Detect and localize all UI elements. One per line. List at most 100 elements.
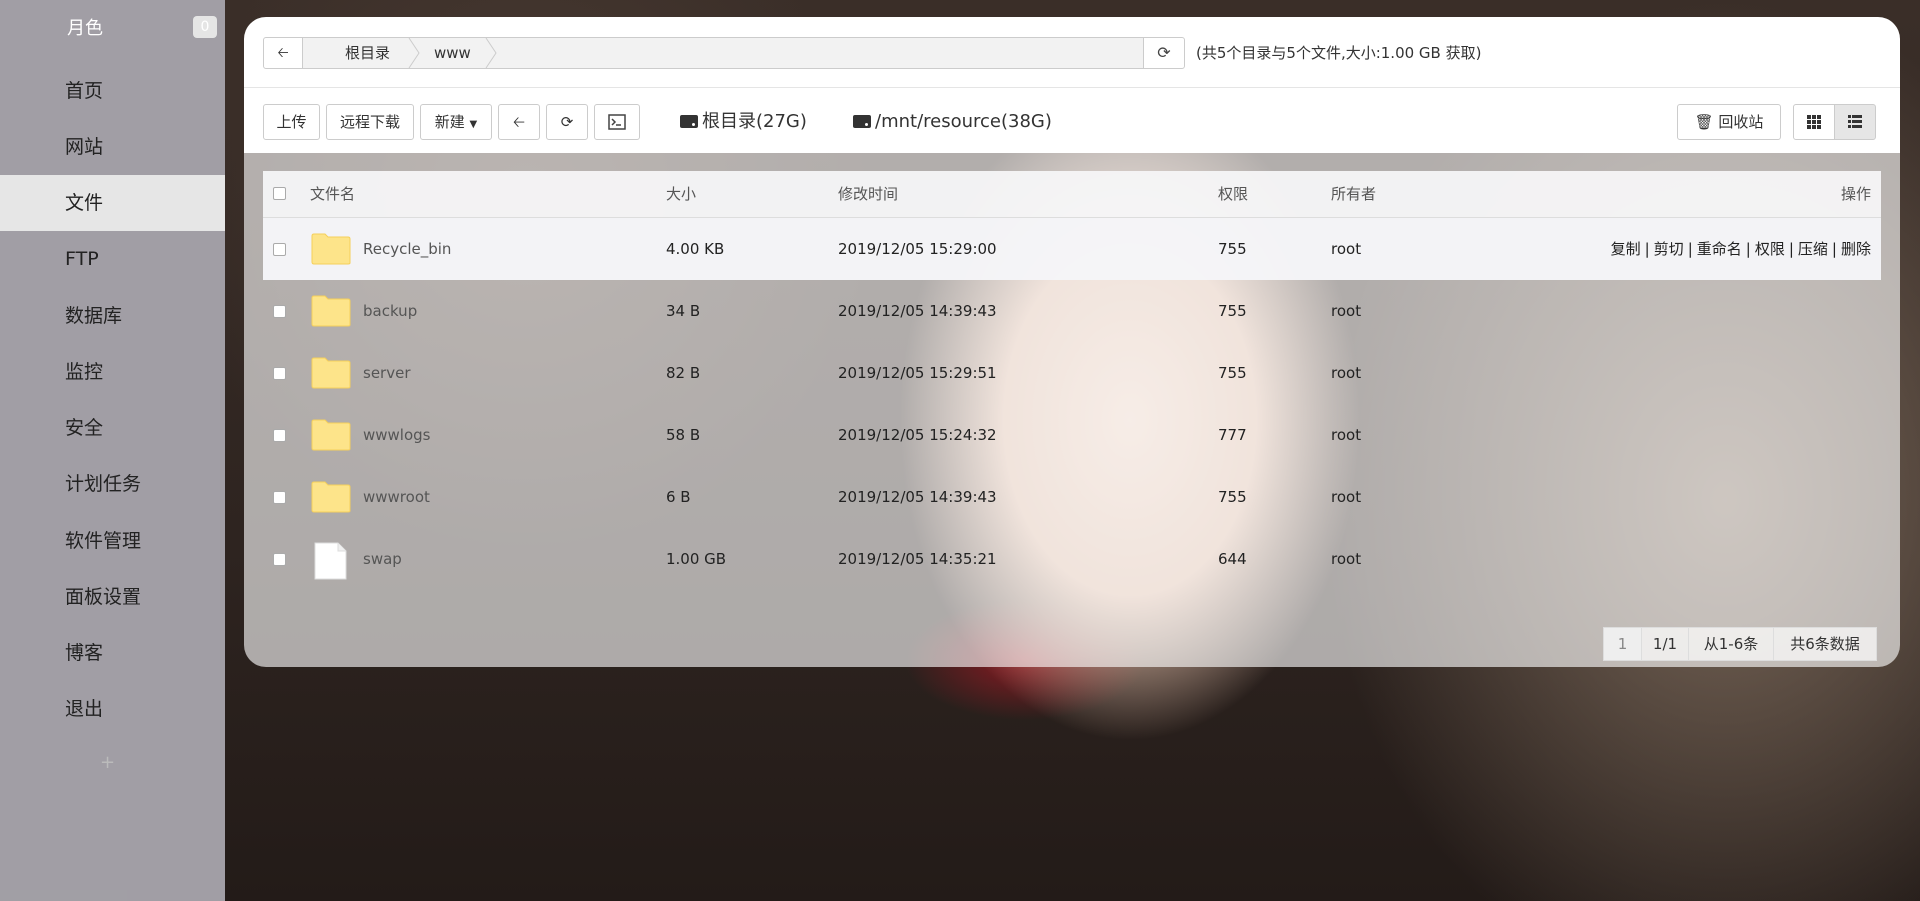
file-owner: root: [1331, 550, 1362, 568]
new-dropdown-button[interactable]: 新建 ▼: [420, 104, 492, 140]
row-checkbox[interactable]: [273, 305, 286, 318]
file-mtime: 2019/12/05 14:35:21: [838, 550, 997, 568]
file-owner: root: [1331, 364, 1362, 382]
file-name[interactable]: wwwroot: [363, 466, 430, 528]
nav-item-software[interactable]: 软件管理: [0, 513, 225, 569]
file-mtime: 2019/12/05 15:29:00: [838, 240, 997, 258]
file-mtime: 2019/12/05 14:39:43: [838, 488, 997, 506]
file-perm[interactable]: 644: [1218, 528, 1247, 590]
disk-root[interactable]: 根目录(27G): [680, 106, 807, 138]
row-checkbox[interactable]: [273, 491, 286, 504]
page-total: 共6条数据: [1773, 627, 1877, 661]
nav-item-blog[interactable]: 博客: [0, 625, 225, 681]
chevron-right-icon: [408, 38, 420, 68]
compress-link[interactable]: 压缩: [1798, 240, 1828, 258]
breadcrumb-root[interactable]: 根目录: [345, 38, 390, 68]
nav-item-panel-settings[interactable]: 面板设置: [0, 569, 225, 625]
file-name[interactable]: Recycle_bin: [363, 218, 451, 280]
refresh-icon: ⟳: [1157, 43, 1171, 62]
recycle-bin-label: 回收站: [1718, 113, 1764, 131]
page-current[interactable]: 1: [1603, 627, 1642, 661]
file-owner: root: [1331, 240, 1362, 258]
nav-item-cron[interactable]: 计划任务: [0, 456, 225, 512]
col-size[interactable]: 大小: [666, 171, 696, 217]
file-perm[interactable]: 755: [1218, 342, 1247, 404]
file-manager-panel: 🡠 根目录 www ⟳ (共5个目录与5个文件,大小:1.00 GB 获取) 上…: [244, 17, 1900, 667]
file-owner: root: [1331, 488, 1362, 506]
remote-download-button[interactable]: 远程下载: [326, 104, 414, 140]
arrow-left-icon: 🡠: [277, 45, 289, 61]
refresh-icon: ⟳: [560, 113, 574, 131]
row-checkbox[interactable]: [273, 243, 286, 256]
permission-link[interactable]: 权限: [1755, 240, 1785, 258]
row-checkbox[interactable]: [273, 553, 286, 566]
table-row[interactable]: wwwlogs 58 B 2019/12/05 15:24:32 777 roo…: [263, 404, 1881, 466]
arrow-left-icon: 🡠: [512, 113, 526, 131]
chevron-right-icon: [485, 38, 497, 68]
nav-item-home[interactable]: 首页: [0, 63, 225, 119]
file-size: 4.00 KB: [666, 240, 725, 258]
folder-icon: [311, 357, 351, 389]
nav-item-ftp[interactable]: FTP: [0, 231, 225, 287]
file-name[interactable]: backup: [363, 280, 417, 342]
copy-link[interactable]: 复制: [1611, 240, 1641, 258]
hdd-icon: [853, 115, 871, 128]
row-checkbox[interactable]: [273, 429, 286, 442]
row-checkbox[interactable]: [273, 367, 286, 380]
row-actions: 复制 | 剪切 | 重命名 | 权限 | 压缩 | 删除: [1610, 240, 1871, 258]
table-row[interactable]: server 82 B 2019/12/05 15:29:51 755 root: [263, 342, 1881, 404]
file-perm[interactable]: 755: [1218, 466, 1247, 528]
folder-icon: [311, 481, 351, 513]
col-mtime[interactable]: 修改时间: [838, 171, 898, 217]
nav-item-files[interactable]: 文件: [0, 175, 225, 231]
brand-name: 月色: [67, 18, 103, 39]
col-owner: 所有者: [1331, 185, 1377, 203]
terminal-button[interactable]: [594, 104, 640, 140]
back-button[interactable]: 🡠: [498, 104, 540, 140]
cut-link[interactable]: 剪切: [1654, 240, 1684, 258]
disk-root-label: 根目录(27G): [702, 111, 807, 132]
grid-view-button[interactable]: [1793, 104, 1835, 140]
path-refresh-button[interactable]: ⟳: [1143, 37, 1185, 69]
list-view-button[interactable]: [1834, 104, 1876, 140]
nav-item-monitor[interactable]: 监控: [0, 344, 225, 400]
upload-button[interactable]: 上传: [263, 104, 320, 140]
file-name[interactable]: wwwlogs: [363, 404, 431, 466]
path-input[interactable]: 根目录 www: [302, 37, 1144, 69]
table-row[interactable]: wwwroot 6 B 2019/12/05 14:39:43 755 root: [263, 466, 1881, 528]
file-owner: root: [1331, 426, 1362, 444]
file-size: 58 B: [666, 426, 701, 444]
file-perm[interactable]: 777: [1218, 404, 1247, 466]
disk-mnt-resource[interactable]: /mnt/resource(38G): [853, 106, 1052, 138]
path-back-button[interactable]: 🡠: [263, 37, 303, 69]
nav-item-database[interactable]: 数据库: [0, 288, 225, 344]
file-name[interactable]: swap: [363, 528, 402, 590]
table-row[interactable]: Recycle_bin 4.00 KB 2019/12/05 15:29:00 …: [263, 218, 1881, 280]
file-mtime: 2019/12/05 14:39:43: [838, 302, 997, 320]
table-row[interactable]: swap 1.00 GB 2019/12/05 14:35:21 644 roo…: [263, 528, 1881, 590]
select-all-checkbox[interactable]: [273, 187, 286, 200]
refresh-button[interactable]: ⟳: [546, 104, 588, 140]
table-row[interactable]: backup 34 B 2019/12/05 14:39:43 755 root: [263, 280, 1881, 342]
file-perm[interactable]: 755: [1218, 218, 1247, 280]
file-perm[interactable]: 755: [1218, 280, 1247, 342]
nav-item-security[interactable]: 安全: [0, 400, 225, 456]
directory-summary: (共5个目录与5个文件,大小:1.00 GB 获取): [1196, 44, 1482, 62]
nav-item-website[interactable]: 网站: [0, 119, 225, 175]
rename-link[interactable]: 重命名: [1697, 240, 1742, 258]
col-perm: 权限: [1218, 185, 1249, 203]
recycle-bin-button[interactable]: 🗑 回收站: [1677, 104, 1781, 140]
hdd-icon: [680, 115, 698, 128]
page-count: 1/1: [1641, 627, 1689, 661]
grid-icon: [1807, 115, 1821, 129]
caret-down-icon: ▼: [469, 119, 478, 130]
notification-badge[interactable]: 0: [193, 16, 217, 38]
col-name[interactable]: 文件名: [310, 171, 355, 217]
toolbar: 上传 远程下载 新建 ▼ 🡠 ⟳ 根目录(27G) /mnt/resource(…: [244, 88, 1900, 153]
breadcrumb-www[interactable]: www: [434, 38, 471, 68]
file-owner: root: [1331, 302, 1362, 320]
file-name[interactable]: server: [363, 342, 410, 404]
delete-link[interactable]: 删除: [1841, 240, 1871, 258]
nav-item-logout[interactable]: 退出: [0, 681, 225, 737]
file-icon: [314, 542, 347, 580]
